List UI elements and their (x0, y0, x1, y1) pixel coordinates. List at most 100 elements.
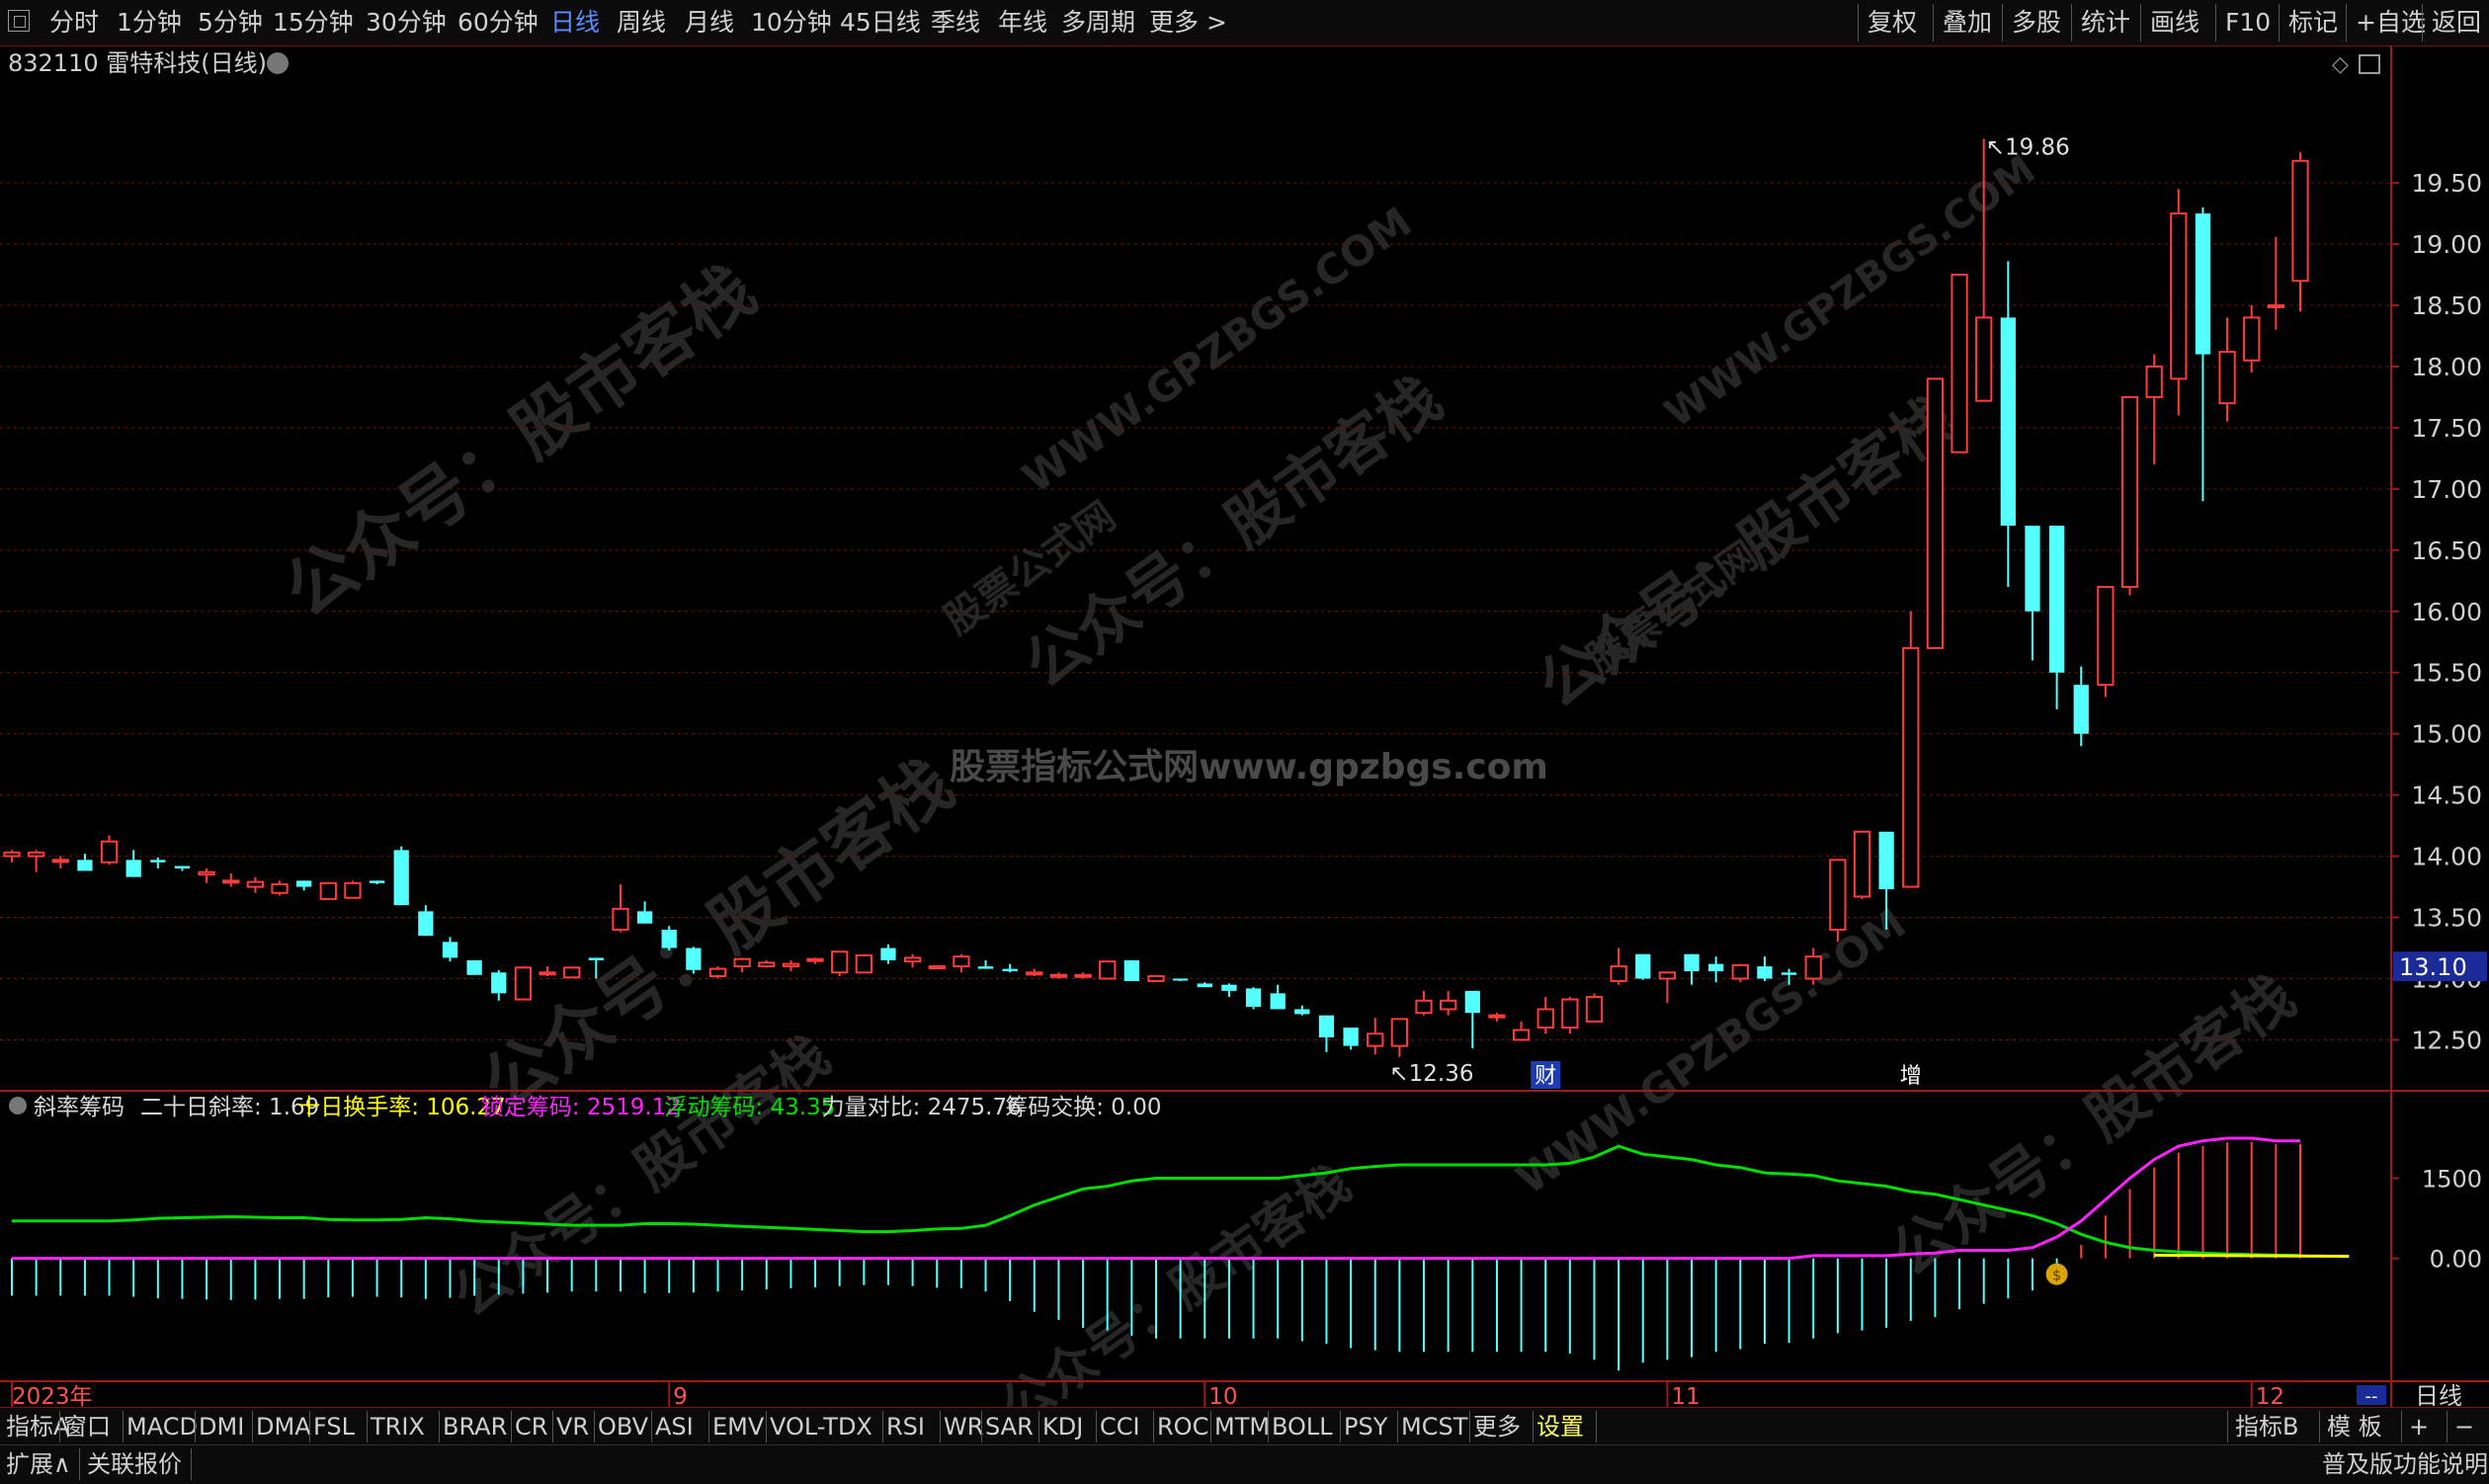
period-3[interactable]: 15分钟 (273, 6, 354, 40)
indicator-tab-2[interactable]: MACD (126, 1411, 198, 1443)
right-period-label: 日线 (2415, 1382, 2462, 1407)
status-bar: 扩展∧ 关联报价 普及版功能说明 (0, 1444, 2489, 1484)
candle-body-56 (1367, 1032, 1384, 1047)
x-label-4: 12 (2256, 1384, 2284, 1407)
indicator-tab-14[interactable]: RSI (886, 1411, 925, 1443)
indicator-tab-7[interactable]: BRAR (443, 1411, 507, 1443)
candle-body-7 (174, 866, 191, 868)
indicator-tab-22[interactable]: PSY (1344, 1411, 1387, 1443)
stock-title: 832110 雷特科技(日线) (8, 49, 267, 77)
period-9[interactable]: 10分钟 (751, 6, 832, 40)
dropdown-icon (267, 52, 289, 74)
indicator-tab-8[interactable]: CR (515, 1411, 547, 1443)
tab-right-0[interactable]: 指标B (2235, 1411, 2298, 1443)
tab-right-3[interactable]: − (2454, 1411, 2474, 1443)
candle-body-14 (344, 881, 362, 899)
indicator-tab-10[interactable]: OBV (598, 1411, 648, 1443)
indicator-tab-9[interactable]: VR (556, 1411, 589, 1443)
period-12[interactable]: 年线 (998, 6, 1047, 40)
period-11[interactable]: 季线 (931, 6, 980, 40)
period-5[interactable]: 60分钟 (457, 6, 539, 40)
candle-body-39 (953, 955, 970, 968)
indicator-tab-11[interactable]: ASI (655, 1411, 694, 1443)
indicator-tab-25[interactable]: 设置 (1536, 1411, 1584, 1443)
indicator-tab-16[interactable]: SAR (985, 1411, 1034, 1443)
indicator-tab-23[interactable]: MCST (1401, 1411, 1467, 1443)
tab-right-1[interactable]: 模 板 (2327, 1411, 2382, 1443)
x-label-2: 10 (1208, 1384, 1237, 1407)
axes: 19.50 19.00 18.50 18.00 17.50 17.00 16.50 16.00… (0, 45, 2489, 1407)
toolbar-btn-6[interactable]: 标记 (2288, 6, 2338, 40)
candle-body-42 (1026, 971, 1043, 976)
indicator-tab-18[interactable]: CCI (1100, 1411, 1140, 1443)
indicator-tab-19[interactable]: ROC (1157, 1411, 1208, 1443)
indicator-tab-4[interactable]: DMA (256, 1411, 311, 1443)
toggle-icon[interactable] (8, 10, 30, 32)
period-2[interactable]: 5分钟 (198, 6, 263, 40)
indicator-tab-3[interactable]: DMI (199, 1411, 244, 1443)
candle-body-45 (1099, 960, 1117, 980)
period-8[interactable]: 月线 (685, 6, 734, 40)
y-tick-label-4: 17.50 (2411, 414, 2482, 443)
candle-body-87 (2120, 395, 2139, 589)
candle-body-74 (1804, 955, 1822, 980)
tab-right-2[interactable]: + (2409, 1411, 2429, 1443)
candle-body-16 (393, 850, 409, 906)
toolbar-btn-3[interactable]: 统计 (2081, 6, 2130, 40)
candle-body-68 (1658, 971, 1677, 980)
candle-body-81 (1975, 316, 1993, 402)
y-tick-label-6: 16.50 (2411, 536, 2482, 565)
period-4[interactable]: 30分钟 (366, 6, 447, 40)
indicator-tab-21[interactable]: BOLL (1272, 1411, 1333, 1443)
low-annotation: ↖12.36 (1389, 1061, 1473, 1087)
candle-body-59 (1440, 999, 1457, 1011)
candle-body-57 (1390, 1018, 1409, 1047)
toolbar-btn-7[interactable]: +自选 (2356, 6, 2426, 40)
toolbar-btn-5[interactable]: F10 (2225, 6, 2271, 40)
edition-info[interactable]: 普及版功能说明 (2322, 1448, 2488, 1480)
period-7[interactable]: 周线 (617, 6, 666, 40)
toolbar-btn-4[interactable]: 画线 (2150, 6, 2199, 40)
indicator-tab-5[interactable]: FSL (313, 1411, 355, 1443)
watermark-text-10: 公众号：股市客栈 (1879, 961, 2307, 1290)
indicator-tab-17[interactable]: KDJ (1042, 1411, 1083, 1443)
event-marker-0: 财 (1535, 1064, 1556, 1089)
period-1[interactable]: 1分钟 (117, 6, 182, 40)
toolbar-btn-8[interactable]: 返回 (2432, 6, 2481, 40)
candle-body-73 (1781, 972, 1797, 975)
candle-body-77 (1878, 831, 1894, 890)
period-14[interactable]: 更多 > (1149, 6, 1227, 40)
period-0[interactable]: 分时 (49, 6, 99, 40)
period-6[interactable]: 日线 (550, 6, 600, 40)
indicator-tab-13[interactable]: VOL-TDX (770, 1411, 872, 1443)
toolbar-btn-1[interactable]: 叠加 (1943, 6, 1992, 40)
indicator-tab-6[interactable]: TRIX (371, 1411, 425, 1443)
candle-body-49 (1197, 983, 1212, 988)
candle-body-52 (1270, 993, 1286, 1010)
indicator-tab-12[interactable]: EMV (712, 1411, 764, 1443)
toolbar-btn-2[interactable]: 多股 (2012, 6, 2061, 40)
indicator-tab-24[interactable]: 更多 (1473, 1411, 1521, 1443)
candle-body-35 (855, 953, 872, 974)
period-13[interactable]: 多周期 (1061, 6, 1135, 40)
indicator-legend-0: 二十日斜率: 1.69 (140, 1095, 319, 1120)
candle-body-11 (271, 883, 289, 894)
toolbar-btn-0[interactable]: 复权 (1867, 6, 1917, 40)
candle-body-82 (2000, 317, 2016, 527)
expand-button[interactable]: 扩展∧ (6, 1448, 71, 1480)
indicator-tab-15[interactable]: WR (944, 1411, 983, 1443)
candle-body-24 (588, 957, 604, 960)
linked-quote-button[interactable]: 关联报价 (87, 1448, 182, 1480)
y-tick-label-5: 17.00 (2411, 475, 2482, 504)
indicator-tab-1[interactable]: 窗口 (63, 1411, 111, 1443)
y-tick-label-10: 14.50 (2411, 782, 2482, 810)
watermark-center: 股票指标公式网www.gpzbgs.com (950, 747, 1548, 787)
indicator-legend-2: 锁定筹码: 2519.12 (481, 1095, 681, 1120)
candle-body-34 (831, 950, 849, 974)
candle-body-37 (903, 956, 922, 963)
period-10[interactable]: 45日线 (840, 6, 921, 40)
candle-body-79 (1926, 377, 1945, 649)
candle-body-48 (1173, 978, 1189, 981)
indicator-tab-20[interactable]: MTM (1214, 1411, 1270, 1443)
candle-body-9 (222, 879, 240, 884)
